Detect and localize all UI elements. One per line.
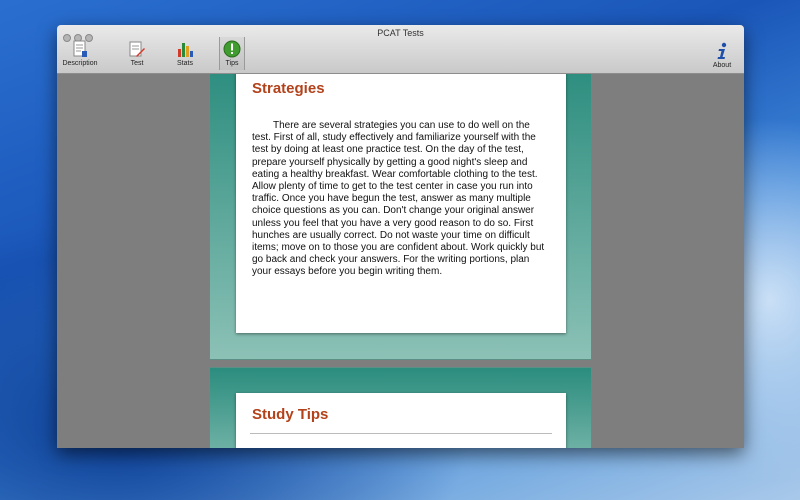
tips-exclamation-icon (223, 40, 241, 58)
toolbar-description-button[interactable]: Description (58, 40, 102, 67)
toolbar-test-button[interactable]: Test (115, 40, 159, 67)
toolbar-test-label: Test (130, 60, 144, 67)
section-heading: Study Tips (252, 406, 329, 423)
section-heading: Strategies (252, 80, 325, 97)
toolbar-tips-label: Tips (225, 60, 239, 67)
study-tips-page: Study Tips (236, 393, 566, 448)
stats-bar-chart-icon (176, 40, 194, 58)
strategies-card: Strategies There are several strategies … (209, 74, 592, 360)
toolbar-description-label: Description (62, 60, 98, 67)
info-icon (713, 42, 731, 60)
tips-content-area[interactable]: Strategies There are several strategies … (209, 74, 592, 448)
toolbar-stats-button[interactable]: Stats (163, 40, 207, 67)
toolbar-tips-button[interactable]: Tips (219, 37, 245, 70)
strategies-page: Strategies There are several strategies … (236, 74, 566, 333)
test-pencil-icon (128, 40, 146, 58)
toolbar-stats-label: Stats (177, 60, 193, 67)
study-tips-card: Study Tips (209, 367, 592, 448)
app-window: PCAT Tests Description Test Stats Tips A… (57, 25, 744, 448)
description-document-icon (71, 40, 89, 58)
title-bar: PCAT Tests Description Test Stats Tips A… (57, 25, 744, 74)
toolbar-about-button[interactable]: About (704, 42, 740, 69)
heading-divider (250, 433, 552, 434)
toolbar-about-label: About (712, 62, 732, 69)
section-body-text: There are several strategies you can use… (252, 120, 545, 278)
window-title: PCAT Tests (377, 28, 424, 38)
